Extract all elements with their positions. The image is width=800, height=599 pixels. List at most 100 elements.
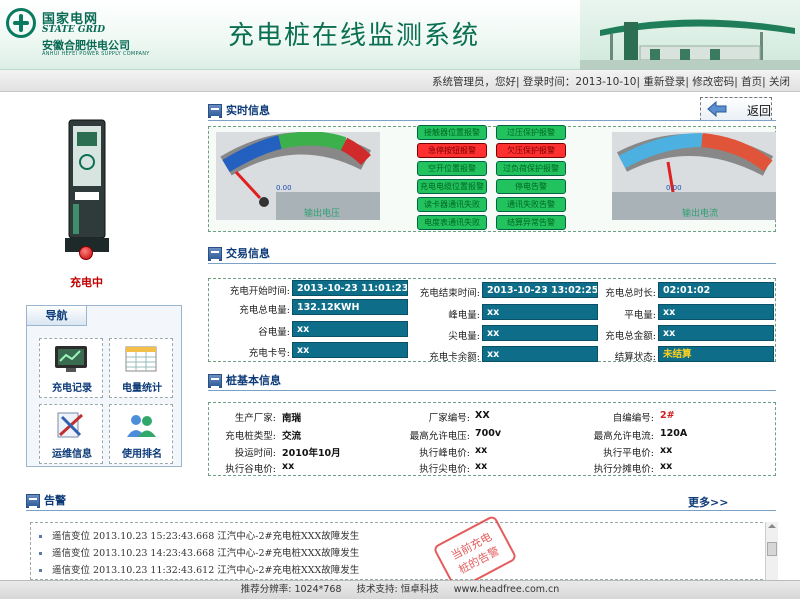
commission-date-value: 2010年10月 bbox=[282, 448, 341, 459]
current-gauge: 0.00 输出电流 bbox=[612, 132, 776, 220]
valley-price-label: 执行谷电价: bbox=[225, 464, 276, 475]
divider bbox=[208, 390, 776, 391]
maker-value: 南瑞 bbox=[282, 413, 302, 424]
navigation-title: 导航 bbox=[27, 306, 87, 326]
bullet-icon bbox=[39, 552, 42, 555]
change-password-link[interactable]: 修改密码 bbox=[692, 76, 734, 88]
flat-price-value: xx bbox=[660, 445, 673, 456]
table-icon bbox=[125, 346, 157, 372]
scroll-thumb[interactable] bbox=[767, 542, 777, 556]
peak-energy-value: xx bbox=[482, 304, 598, 320]
section-icon bbox=[26, 494, 40, 508]
alarm-contactor-position[interactable]: 接触器位置报警 bbox=[417, 125, 487, 140]
alarm-comm-failure[interactable]: 通讯失败告警 bbox=[496, 197, 566, 212]
list-item[interactable]: 遥信变位 2013.10.23 15:23:43.668 江汽中心-2#充电桩X… bbox=[39, 528, 359, 542]
sharp-price-value: xx bbox=[475, 461, 488, 472]
card-balance-label: 充电卡余额: bbox=[429, 352, 480, 363]
nav-item-label: 充电记录 bbox=[52, 383, 92, 394]
alarm-list-scrollbar[interactable] bbox=[765, 522, 778, 580]
more-alarms-link[interactable]: 更多>> bbox=[688, 494, 728, 510]
section-icon bbox=[208, 247, 222, 261]
end-time-label: 充电结束时间: bbox=[419, 288, 480, 299]
gauge-dial-icon bbox=[216, 132, 380, 220]
section-icon bbox=[208, 374, 222, 388]
nav-item-energy-stats[interactable]: 电量统计 bbox=[109, 338, 173, 398]
users-icon bbox=[127, 415, 156, 437]
duration-value: 02:01:02 bbox=[658, 282, 774, 298]
card-balance-value: xx bbox=[482, 346, 598, 362]
start-time-label: 充电开始时间: bbox=[229, 286, 290, 297]
valley-energy-value: xx bbox=[292, 321, 408, 337]
valley-energy-label: 谷电量: bbox=[258, 327, 290, 338]
total-energy-value: 132.12KWH bbox=[292, 299, 408, 315]
login-time-label: 登录时间： bbox=[522, 76, 576, 88]
factory-number-label: 厂家编号: bbox=[428, 413, 470, 424]
end-time-value: 2013-10-23 13:02:25 bbox=[482, 282, 598, 298]
alarm-settlement[interactable]: 结算异常告警 bbox=[496, 215, 566, 230]
alarm-card-reader-comm[interactable]: 读卡器通讯失败 bbox=[417, 197, 487, 212]
alarm-overvoltage[interactable]: 过压保护报警 bbox=[496, 125, 566, 140]
nav-item-label: 使用排名 bbox=[122, 449, 162, 460]
alarm-section-title: 告警 bbox=[26, 492, 66, 510]
gauge-reading: 0.00 bbox=[276, 184, 292, 192]
max-current-value: 120A bbox=[660, 428, 688, 439]
alarm-undervoltage[interactable]: 欠压保护报警 bbox=[496, 143, 566, 158]
self-number-label: 自编编号: bbox=[612, 413, 654, 424]
company-name-en: ANHUI HEFEI POWER SUPPLY COMPANY bbox=[42, 51, 150, 57]
home-link[interactable]: 首页 bbox=[741, 76, 762, 88]
back-button[interactable]: 返回 bbox=[700, 97, 772, 121]
settle-status-label: 结算状态: bbox=[614, 352, 656, 363]
nav-item-label: 运维信息 bbox=[52, 449, 92, 460]
alarm-breaker-position[interactable]: 空开位置报警 bbox=[417, 161, 487, 176]
card-number-value: xx bbox=[292, 342, 408, 358]
state-grid-logo-icon bbox=[6, 8, 36, 38]
nav-item-usage-ranking[interactable]: 使用排名 bbox=[109, 404, 173, 464]
user-bar: 系统管理员，您好| 登录时间：2013-10-10| 重新登录| 修改密码| 首… bbox=[0, 70, 800, 92]
sharp-energy-label: 尖电量: bbox=[448, 331, 480, 342]
resolution-text: 推荐分辨率: 1024*768 bbox=[240, 584, 342, 595]
website-link[interactable]: www.headfree.com.cn bbox=[454, 584, 559, 595]
max-voltage-value: 700v bbox=[475, 428, 502, 439]
alarm-meter-comm[interactable]: 电度表通讯失败 bbox=[417, 215, 487, 230]
gauge-reading: 0.00 bbox=[666, 184, 682, 192]
sharp-price-label: 执行尖电价: bbox=[419, 464, 470, 475]
greeting-text: 系统管理员，您好 bbox=[432, 76, 517, 88]
alarm-cable-position[interactable]: 充电电缆位置报警 bbox=[417, 179, 487, 194]
total-energy-label: 充电总电量: bbox=[239, 305, 290, 316]
bullet-icon bbox=[39, 569, 42, 572]
alarm-emergency-stop[interactable]: 急停按钮报警 bbox=[417, 143, 487, 158]
scroll-up-icon[interactable] bbox=[768, 524, 776, 528]
nav-item-charge-records[interactable]: 充电记录 bbox=[39, 338, 103, 398]
duration-label: 充电总时长: bbox=[605, 288, 656, 299]
close-link[interactable]: 关闭 bbox=[769, 76, 790, 88]
self-number-value: 2# bbox=[660, 410, 675, 421]
header-banner: 国家电网 STATE GRID 安徽合肥供电公司 ANHUI HEFEI POW… bbox=[0, 0, 800, 70]
share-price-label: 执行分摊电价: bbox=[593, 464, 654, 475]
navigation-panel: 导航 充电记录 电量统计 运维信息 使用排名 bbox=[26, 305, 182, 467]
relogin-link[interactable]: 重新登录 bbox=[643, 76, 685, 88]
list-item[interactable]: 遥信变位 2013.10.23 14:23:43.668 江汽中心-2#充电桩X… bbox=[39, 545, 359, 559]
section-icon bbox=[208, 104, 222, 118]
total-amount-label: 充电总金额: bbox=[605, 331, 656, 342]
start-time-value: 2013-10-23 11:01:23 bbox=[292, 280, 408, 296]
sharp-energy-value: xx bbox=[482, 325, 598, 341]
flat-price-label: 执行平电价: bbox=[603, 448, 654, 459]
brand-name-en: STATE GRID bbox=[42, 25, 106, 35]
alarm-overload[interactable]: 过负荷保护报警 bbox=[496, 161, 566, 176]
realtime-section-title: 实时信息 bbox=[208, 102, 270, 120]
base-info-section-title: 桩基本信息 bbox=[208, 372, 281, 390]
settle-status-value: 未结算 bbox=[658, 346, 774, 362]
nav-item-maintenance[interactable]: 运维信息 bbox=[39, 404, 103, 464]
max-voltage-label: 最高允许电压: bbox=[409, 431, 470, 442]
bullet-icon bbox=[39, 535, 42, 538]
gauge-label: 输出电流 bbox=[682, 209, 719, 219]
alarm-power-outage[interactable]: 停电告警 bbox=[496, 179, 566, 194]
list-item[interactable]: 遥信变位 2013.10.23 11:32:43.612 江汽中心-2#充电桩X… bbox=[39, 562, 359, 576]
trade-section-title: 交易信息 bbox=[208, 245, 270, 263]
valley-price-value: xx bbox=[282, 461, 295, 472]
support-text: 技术支持: 恒卓科技 bbox=[356, 584, 439, 595]
login-time: 2013-10-10 bbox=[575, 76, 637, 88]
charging-status-indicator-icon bbox=[79, 246, 93, 260]
charging-pile-image bbox=[65, 119, 109, 252]
commission-date-label: 投运时间: bbox=[234, 448, 276, 459]
